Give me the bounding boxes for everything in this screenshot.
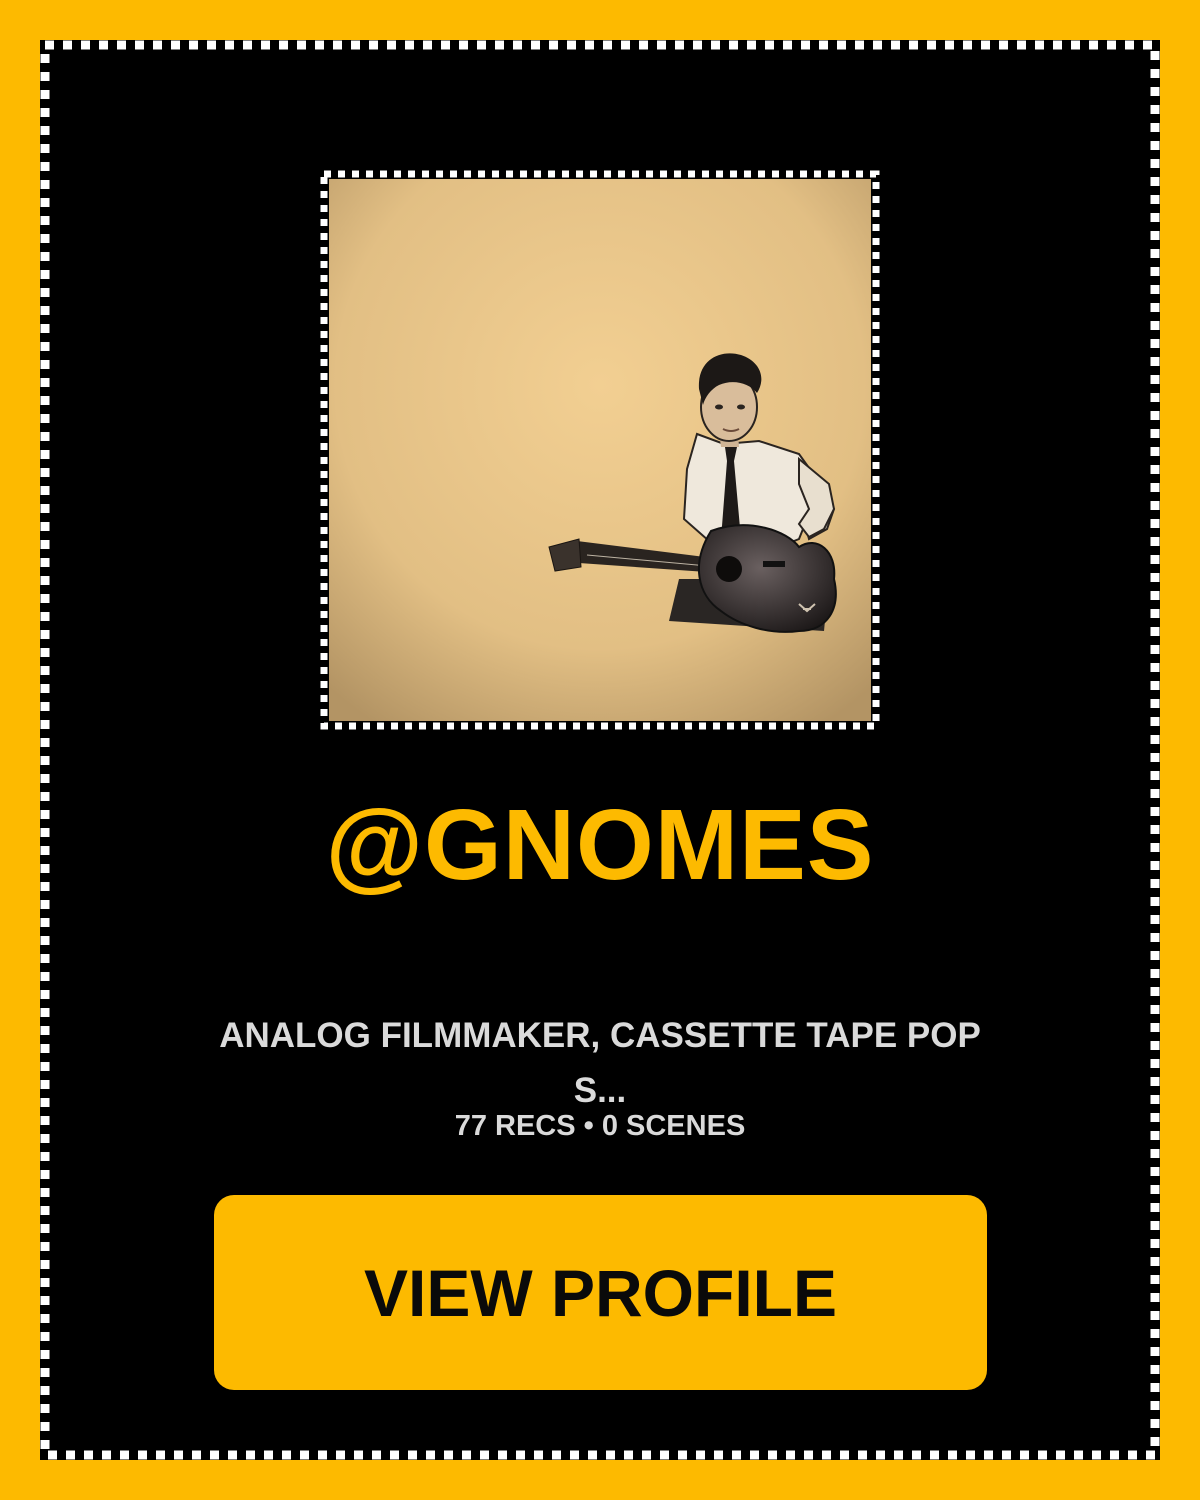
avatar-photo [329, 179, 871, 721]
profile-username: @GNOMES [325, 789, 875, 901]
profile-card: @GNOMES ANALOG FILMMAKER, CASSETTE TAPE … [40, 40, 1160, 1460]
profile-stats: 77 RECS • 0 SCENES [454, 1110, 746, 1142]
avatar-frame [320, 170, 880, 730]
profile-bio: ANALOG FILMMAKER, CASSETTE TAPE POP S... [219, 1016, 981, 1110]
avatar [329, 179, 871, 721]
view-profile-button[interactable]: VIEW PROFILE [214, 1195, 987, 1390]
